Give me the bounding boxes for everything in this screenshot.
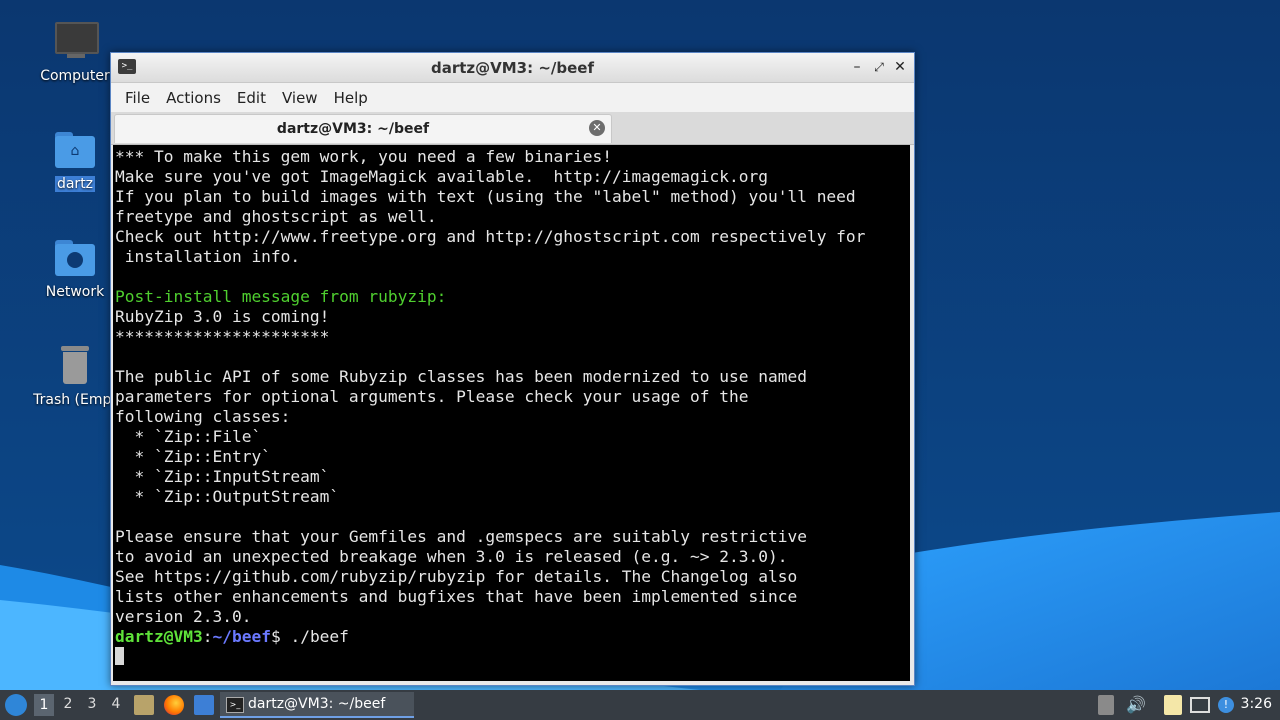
terminal-line: following classes:	[115, 407, 291, 426]
show-desktop-icon[interactable]	[194, 695, 214, 715]
terminal-line: parameters for optional arguments. Pleas…	[115, 387, 749, 406]
desktop-icon-label: Trash (Empt	[33, 392, 117, 408]
menu-file[interactable]: File	[117, 89, 158, 107]
terminal-line: freetype and ghostscript as well.	[115, 207, 437, 226]
workspace-3[interactable]: 3	[82, 696, 102, 712]
terminal-line: * `Zip::File`	[115, 427, 262, 446]
clock[interactable]: 3:26	[1241, 696, 1272, 712]
window-title: dartz@VM3: ~/beef	[430, 59, 594, 77]
prompt-symbol: $	[270, 627, 281, 646]
terminal-line: * `Zip::OutputStream`	[115, 487, 340, 506]
desktop-icon-label: Computer	[40, 68, 110, 84]
terminal-tab[interactable]: dartz@VM3: ~/beef ✕	[114, 114, 612, 143]
terminal-line: * `Zip::Entry`	[115, 447, 271, 466]
terminal-line: The public API of some Rubyzip classes h…	[115, 367, 807, 386]
tab-title: dartz@VM3: ~/beef	[276, 121, 430, 137]
terminal-line: *** To make this gem work, you need a fe…	[115, 147, 613, 166]
clipboard-icon[interactable]	[1164, 695, 1182, 715]
trash-icon	[53, 344, 97, 388]
workspace-1[interactable]: 1	[34, 694, 54, 716]
workspace-4[interactable]: 4	[106, 696, 126, 712]
menu-help[interactable]: Help	[326, 89, 376, 107]
terminal-line: Make sure you've got ImageMagick availab…	[115, 167, 768, 186]
desktop-icon-network[interactable]: Network	[27, 236, 123, 300]
file-manager-icon[interactable]	[134, 695, 154, 715]
terminal-window[interactable]: >_ dartz@VM3: ~/beef – ⤢ ✕ File Actions …	[110, 52, 915, 686]
minimize-button[interactable]: –	[848, 58, 866, 76]
prompt-path: ~/beef	[212, 627, 271, 646]
maximize-button[interactable]: ⤢	[870, 58, 888, 76]
terminal-line: version 2.3.0.	[115, 607, 252, 626]
network-folder-icon	[53, 236, 97, 280]
terminal-line: installation info.	[115, 247, 301, 266]
desktop-icon-label: Network	[45, 284, 105, 300]
tab-bar: dartz@VM3: ~/beef ✕	[111, 112, 914, 145]
window-titlebar[interactable]: >_ dartz@VM3: ~/beef – ⤢ ✕	[111, 53, 914, 83]
desktop-icon-computer[interactable]: Computer	[27, 20, 123, 84]
terminal-app-icon: >_	[226, 697, 244, 713]
taskbar-item-terminal[interactable]: >_ dartz@VM3: ~/beef	[220, 692, 414, 718]
taskbar: 1 2 3 4 >_ dartz@VM3: ~/beef 🔊 ! 3:26	[0, 690, 1280, 720]
network-icon[interactable]	[1190, 697, 1210, 713]
notifications-icon[interactable]	[1098, 695, 1114, 715]
terminal-line: to avoid an unexpected breakage when 3.0…	[115, 547, 788, 566]
terminal-line: * `Zip::InputStream`	[115, 467, 330, 486]
workspace-2[interactable]: 2	[58, 696, 78, 712]
menu-view[interactable]: View	[274, 89, 326, 107]
taskbar-item-label: dartz@VM3: ~/beef	[248, 696, 386, 712]
desktop-icon-label: dartz	[54, 176, 96, 192]
terminal-cursor	[115, 647, 124, 665]
prompt-user: dartz@VM3	[115, 627, 203, 646]
start-menu-icon[interactable]	[5, 694, 27, 716]
tab-close-icon[interactable]: ✕	[589, 120, 605, 136]
computer-icon	[53, 20, 99, 64]
post-install-header: Post-install message from rubyzip:	[115, 287, 447, 306]
terminal-line: If you plan to build images with text (u…	[115, 187, 856, 206]
terminal-line: RubyZip 3.0 is coming!	[115, 307, 330, 326]
terminal-output[interactable]: *** To make this gem work, you need a fe…	[113, 145, 910, 681]
terminal-line: Please ensure that your Gemfiles and .ge…	[115, 527, 807, 546]
update-notifier-icon[interactable]: !	[1218, 697, 1234, 713]
terminal-line: Check out http://www.freetype.org and ht…	[115, 227, 866, 246]
menu-edit[interactable]: Edit	[229, 89, 274, 107]
terminal-line: See https://github.com/rubyzip/rubyzip f…	[115, 567, 798, 586]
home-folder-icon: ⌂	[53, 128, 97, 172]
firefox-icon[interactable]	[164, 695, 184, 715]
typed-command: ./beef	[280, 627, 349, 646]
terminal-line: **********************	[115, 327, 330, 346]
prompt-separator: :	[202, 627, 213, 646]
desktop-icon-trash[interactable]: Trash (Empt	[27, 344, 123, 408]
desktop-icon-home-folder[interactable]: ⌂ dartz	[27, 128, 123, 192]
volume-icon[interactable]: 🔊	[1126, 695, 1146, 715]
menu-bar: File Actions Edit View Help	[111, 83, 914, 112]
terminal-line: lists other enhancements and bugfixes th…	[115, 587, 798, 606]
close-button[interactable]: ✕	[891, 58, 909, 76]
menu-actions[interactable]: Actions	[158, 89, 229, 107]
